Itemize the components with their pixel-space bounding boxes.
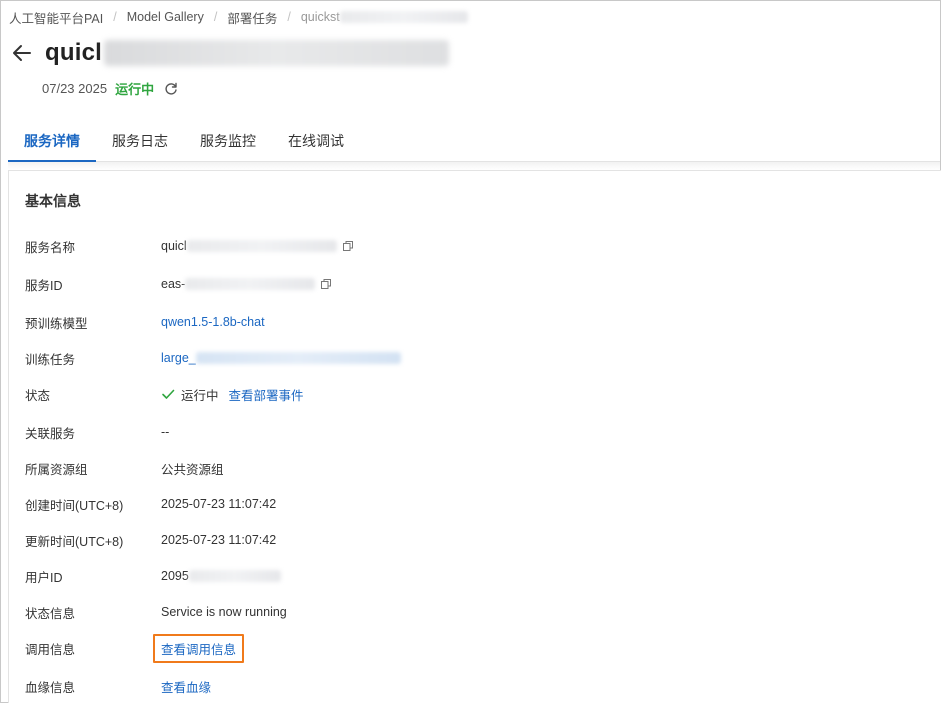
redacted-text <box>339 11 468 23</box>
info-row-invoke-info: 调用信息 查看调用信息 <box>25 633 245 663</box>
info-row-lineage-info: 血缘信息 查看血缘 <box>25 676 211 696</box>
user-id-text: 2095 <box>161 569 189 583</box>
breadcrumb-item-deploy-tasks[interactable]: 部署任务 <box>227 8 277 27</box>
info-label: 调用信息 <box>25 642 76 657</box>
view-lineage-link[interactable]: 查看血缘 <box>161 677 211 696</box>
created-date: 07/23 2025 <box>42 81 108 96</box>
refresh-icon[interactable] <box>164 82 178 96</box>
info-label: 关联服务 <box>25 426 76 441</box>
status-badge: 运行中 <box>115 82 155 97</box>
tab-service-details[interactable]: 服务详情 <box>8 122 96 162</box>
info-label: 血缘信息 <box>25 680 76 695</box>
info-label: 服务ID <box>25 278 63 293</box>
pretrained-model-link[interactable]: qwen1.5-1.8b-chat <box>161 315 265 329</box>
info-label: 训练任务 <box>25 352 76 367</box>
breadcrumb-current: quickst <box>300 10 340 24</box>
info-label: 状态 <box>25 388 51 403</box>
breadcrumb-item-model-gallery[interactable]: Model Gallery <box>127 10 204 24</box>
info-label: 服务名称 <box>25 240 76 255</box>
status-info-value: Service is now running <box>161 605 287 619</box>
info-row-status: 状态 运行中 查看部署事件 <box>25 384 304 404</box>
redacted-text <box>186 240 337 252</box>
page-header: quicl <box>11 39 450 67</box>
tab-bar: 服务详情 服务日志 服务监控 在线调试 <box>8 122 940 162</box>
section-title: 基本信息 <box>25 193 81 209</box>
info-label: 预训练模型 <box>25 316 88 331</box>
info-row-user-id: 用户ID 2095 <box>25 566 281 586</box>
info-label: 所属资源组 <box>25 462 88 477</box>
info-label: 用户ID <box>25 570 63 585</box>
invoke-info-value: 查看调用信息 <box>153 633 245 663</box>
info-row-updated-time: 更新时间(UTC+8) 2025-07-23 11:07:42 <box>25 530 276 550</box>
breadcrumb-separator: / <box>213 10 218 24</box>
copy-icon[interactable] <box>321 279 332 289</box>
training-task-link[interactable]: large_ <box>161 351 196 365</box>
updated-time-value: 2025-07-23 11:07:42 <box>161 533 277 547</box>
created-time-value: 2025-07-23 11:07:42 <box>161 497 277 511</box>
tab-online-debug[interactable]: 在线调试 <box>272 122 360 162</box>
redacted-text <box>185 278 316 290</box>
info-label: 更新时间(UTC+8) <box>25 534 124 549</box>
service-name-value: quicl <box>161 239 353 253</box>
training-task-value[interactable]: large_ <box>161 351 401 365</box>
info-row-service-name: 服务名称 quicl <box>25 236 353 256</box>
view-deploy-events-link[interactable]: 查看部署事件 <box>229 385 304 404</box>
info-row-resource-group: 所属资源组 公共资源组 <box>25 458 224 478</box>
service-id-value: eas- <box>161 277 332 291</box>
info-row-service-id: 服务ID eas- <box>25 274 332 294</box>
info-label: 状态信息 <box>25 606 76 621</box>
breadcrumb: 人工智能平台PAI / Model Gallery / 部署任务 / quick… <box>9 8 468 27</box>
basic-info-card: 基本信息 服务名称 quicl 服务ID eas- 预训练模型 qwen1.5-… <box>8 170 941 703</box>
arrow-left-icon[interactable] <box>11 42 33 64</box>
check-icon <box>161 387 175 401</box>
info-row-status-info: 状态信息 Service is now running <box>25 602 287 622</box>
user-id-value: 2095 <box>161 569 281 583</box>
view-invoke-info-link[interactable]: 查看调用信息 <box>153 633 245 663</box>
redacted-text <box>188 570 281 582</box>
info-row-linked-service: 关联服务 -- <box>25 422 169 442</box>
breadcrumb-item-pai[interactable]: 人工智能平台PAI <box>9 8 103 27</box>
service-id-text: eas- <box>161 277 186 291</box>
copy-icon[interactable] <box>342 241 353 251</box>
header-meta: 07/23 2025 运行中 <box>42 79 178 98</box>
app-window: 人工智能平台PAI / Model Gallery / 部署任务 / quick… <box>0 0 941 703</box>
service-name-text: quicl <box>161 239 187 253</box>
info-row-pretrained-model: 预训练模型 qwen1.5-1.8b-chat <box>25 312 265 332</box>
tab-service-monitoring[interactable]: 服务监控 <box>184 122 272 162</box>
status-value: 运行中 查看部署事件 <box>161 385 304 404</box>
page-title: quicl <box>45 39 103 66</box>
info-label: 创建时间(UTC+8) <box>25 498 124 513</box>
tab-service-logs[interactable]: 服务日志 <box>96 122 184 162</box>
info-row-training-task: 训练任务 large_ <box>25 348 401 368</box>
resource-group-value: 公共资源组 <box>161 462 224 477</box>
redacted-text <box>195 352 401 364</box>
status-text: 运行中 <box>181 388 219 403</box>
linked-service-value: -- <box>161 425 170 439</box>
breadcrumb-separator: / <box>113 10 117 24</box>
breadcrumb-separator: / <box>287 10 291 24</box>
tab-divider <box>8 162 940 170</box>
redacted-title <box>104 40 450 66</box>
info-row-created-time: 创建时间(UTC+8) 2025-07-23 11:07:42 <box>25 494 276 514</box>
